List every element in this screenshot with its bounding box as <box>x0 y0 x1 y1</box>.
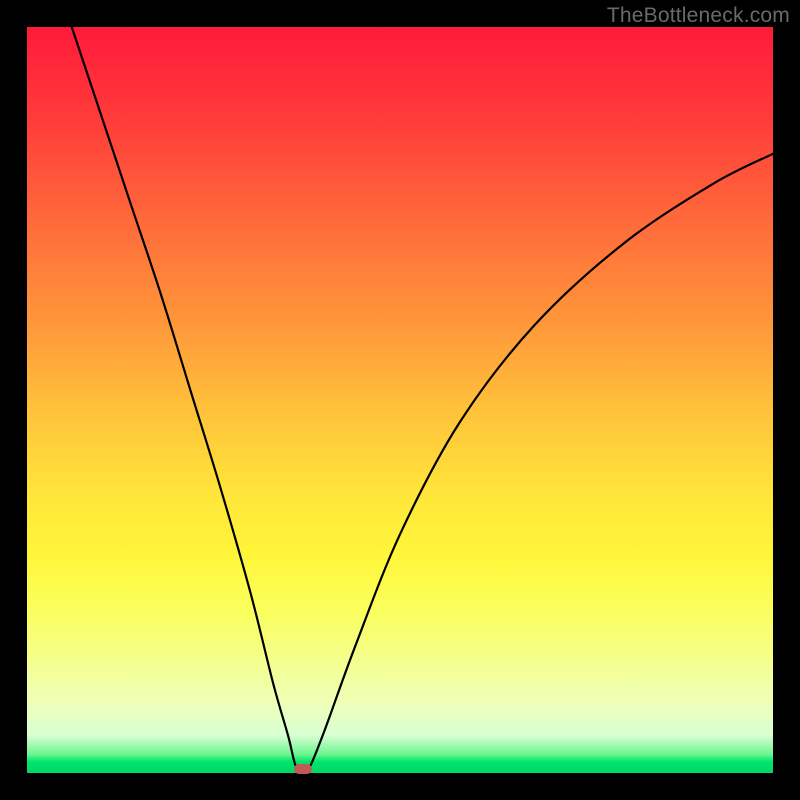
optimal-point-marker <box>294 764 312 774</box>
bottleneck-curve <box>27 27 773 773</box>
chart-plot-area <box>27 27 773 773</box>
watermark-text: TheBottleneck.com <box>607 4 790 28</box>
